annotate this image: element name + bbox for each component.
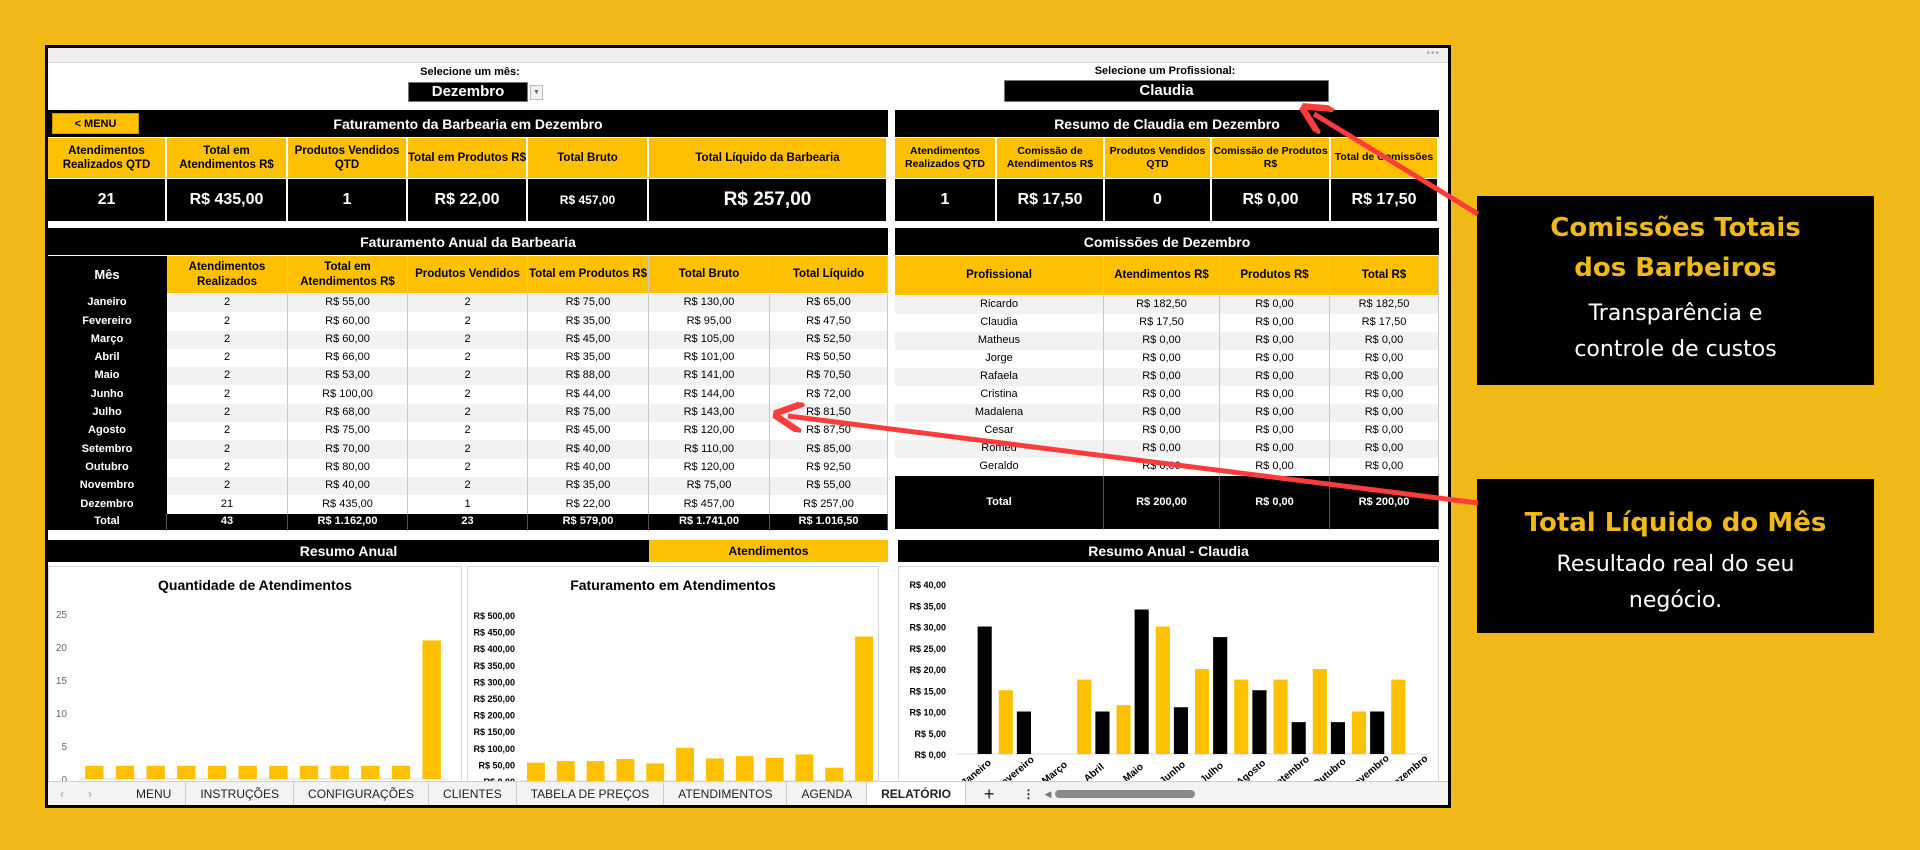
annotation-arrows — [0, 0, 1480, 506]
arrow-to-professional — [1314, 114, 1480, 217]
arrow-to-net-total — [788, 416, 1479, 506]
